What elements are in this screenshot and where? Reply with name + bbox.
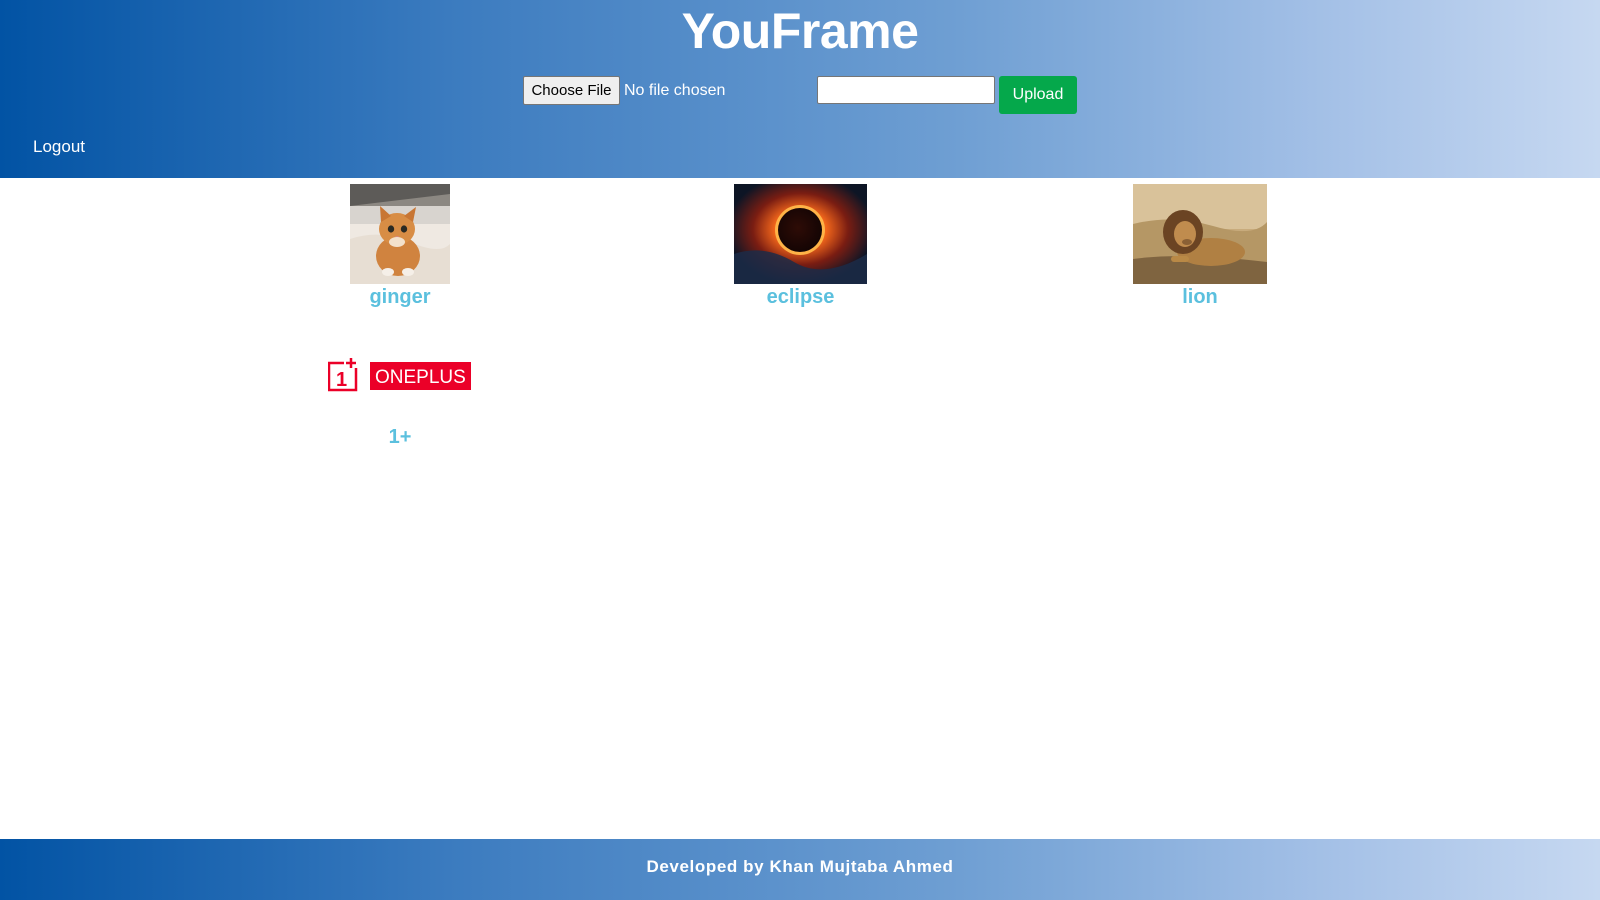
lion-image-icon	[1133, 184, 1267, 284]
oneplus-logo-icon: 1 ONEPLUS	[328, 356, 471, 392]
footer-credit: Developed by Khan Mujtaba Ahmed	[646, 857, 954, 876]
oneplus-thumbnail[interactable]: 1 ONEPLUS	[328, 356, 472, 392]
upload-button[interactable]: Upload	[999, 76, 1077, 114]
gallery-label-oneplus[interactable]: 1+	[350, 426, 450, 449]
ginger-thumbnail[interactable]	[350, 184, 450, 284]
app-title: YouFrame	[681, 3, 919, 59]
logout-link[interactable]: Logout	[33, 137, 85, 157]
oneplus-logo-text: ONEPLUS	[375, 367, 466, 388]
image-name-input[interactable]	[817, 76, 995, 104]
lion-thumbnail[interactable]	[1133, 184, 1267, 284]
gallery-label-ginger[interactable]: ginger	[350, 286, 450, 309]
choose-file-button[interactable]: Choose File	[523, 76, 620, 105]
eclipse-image-icon	[734, 184, 867, 284]
eclipse-thumbnail[interactable]	[734, 184, 867, 284]
gallery-label-eclipse[interactable]: eclipse	[734, 286, 867, 309]
svg-text:1: 1	[336, 369, 347, 391]
file-status-text: No file chosen	[624, 82, 726, 99]
footer-bar: Developed by Khan Mujtaba Ahmed	[0, 839, 1600, 900]
header-bar: YouFrame Choose File No file chosen Uplo…	[0, 0, 1600, 178]
gallery-label-lion[interactable]: lion	[1133, 286, 1267, 309]
kitten-image-icon	[350, 184, 450, 284]
